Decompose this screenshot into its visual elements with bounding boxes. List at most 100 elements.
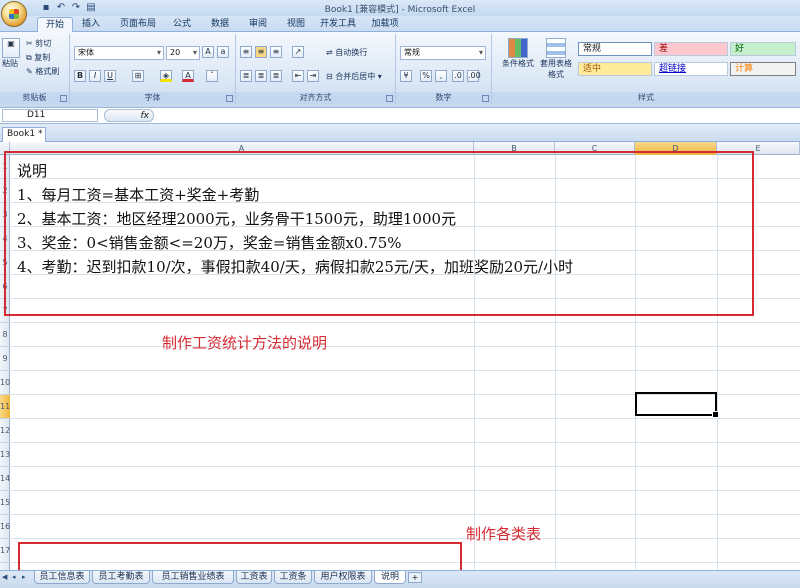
wrap-text-icon: ⇌ <box>326 48 333 57</box>
row-header[interactable]: 16 <box>0 515 10 539</box>
sheet-tab-employee-info[interactable]: 员工信息表 <box>34 571 90 584</box>
tab-home[interactable]: 开始 <box>37 17 73 32</box>
next-sheet-icon[interactable]: ▸ <box>22 573 30 581</box>
row-header[interactable]: 17 <box>0 539 10 563</box>
font-launcher-icon[interactable] <box>226 95 233 102</box>
align-bottom-button[interactable]: ≡ <box>270 46 282 58</box>
row-header[interactable]: 14 <box>0 467 10 491</box>
row-header[interactable]: 9 <box>0 347 10 371</box>
fill-color-button[interactable]: ◈ <box>160 70 172 82</box>
bold-button[interactable]: B <box>74 70 86 82</box>
gridline <box>10 370 800 371</box>
cut-button[interactable]: ✂ 剪切 <box>26 38 51 49</box>
align-top-button[interactable]: ≡ <box>240 46 252 58</box>
worksheet-grid[interactable]: A B C D E 1 2 3 4 5 6 7 8 9 10 11 12 13 … <box>0 142 800 570</box>
paste-icon: ▣ <box>2 38 20 58</box>
format-as-table-button[interactable]: 套用表格格式 <box>538 38 574 80</box>
active-cell-d11[interactable] <box>635 392 719 418</box>
sheet-tab-payslip[interactable]: 工资条 <box>274 571 312 584</box>
align-middle-button[interactable]: ≡ <box>255 46 267 58</box>
number-format-select[interactable]: 常规 <box>400 46 486 60</box>
style-hyperlink[interactable]: 超链接 <box>654 62 728 76</box>
sheet-tab-sales[interactable]: 员工销售业绩表 <box>152 571 234 584</box>
sheet-tab-description[interactable]: 说明 <box>374 571 406 584</box>
tab-addins[interactable]: 加载项 <box>368 17 402 32</box>
tab-view[interactable]: 视图 <box>282 17 310 32</box>
sheet-tab-attendance[interactable]: 员工考勤表 <box>92 571 150 584</box>
tab-review[interactable]: 审阅 <box>244 17 272 32</box>
tab-insert[interactable]: 插入 <box>76 17 106 32</box>
row-header[interactable]: 10 <box>0 371 10 395</box>
alignment-launcher-icon[interactable] <box>386 95 393 102</box>
borders-button[interactable]: ⊞ <box>132 70 144 82</box>
underline-button[interactable]: U <box>104 70 116 82</box>
row-header[interactable]: 8 <box>0 323 10 347</box>
sheet-tab-salary[interactable]: 工资表 <box>236 571 272 584</box>
prev-sheet-icon[interactable]: ◂ <box>12 573 20 581</box>
style-good[interactable]: 好 <box>730 42 796 56</box>
percent-button[interactable]: % <box>420 70 432 82</box>
font-name-select[interactable]: 宋体 <box>74 46 164 60</box>
copy-button[interactable]: ⧉ 复制 <box>26 52 50 63</box>
brush-icon: ✎ <box>26 67 33 76</box>
gridline <box>10 418 800 419</box>
insert-sheet-icon[interactable]: + <box>408 572 422 583</box>
gridline <box>10 346 800 347</box>
annotation-method: 制作工资统计方法的说明 <box>162 334 328 352</box>
increase-indent-button[interactable]: ⇥ <box>307 70 319 82</box>
wrap-text-button[interactable]: ⇌ 自动换行 <box>326 47 367 58</box>
ribbon-tabs: 开始 插入 页面布局 公式 数据 审阅 视图 开发工具 加载项 <box>0 16 800 32</box>
row-header[interactable]: 13 <box>0 443 10 467</box>
paste-button[interactable]: ▣ 粘贴 <box>2 38 22 74</box>
gridline <box>10 514 800 515</box>
align-left-button[interactable]: ≣ <box>240 70 252 82</box>
italic-button[interactable]: I <box>89 70 101 82</box>
borders-icon: ⊞ <box>132 70 144 82</box>
sheet-tab-permissions[interactable]: 用户权限表 <box>314 571 372 584</box>
accounting-format-button[interactable]: ¥ <box>400 70 412 82</box>
shrink-font-icon: a <box>217 46 229 58</box>
row-header[interactable]: 12 <box>0 419 10 443</box>
currency-icon: ¥ <box>400 70 412 82</box>
orientation-button[interactable]: ↗ <box>292 46 304 58</box>
grow-font-button[interactable]: A <box>202 46 214 58</box>
tab-formulas[interactable]: 公式 <box>168 17 196 32</box>
insert-function-button[interactable]: fx <box>104 109 154 122</box>
decrease-indent-button[interactable]: ⇤ <box>292 70 304 82</box>
style-normal[interactable]: 常规 <box>578 42 652 56</box>
conditional-format-button[interactable]: 条件格式 <box>498 38 538 69</box>
office-button[interactable] <box>1 1 27 27</box>
tab-page-layout[interactable]: 页面布局 <box>113 17 163 32</box>
clipboard-launcher-icon[interactable] <box>60 95 67 102</box>
styles-label: 样式 <box>492 92 800 104</box>
grow-font-icon: A <box>202 46 214 58</box>
gridline <box>10 322 800 323</box>
gridline <box>10 442 800 443</box>
font-size-select[interactable]: 20 <box>166 46 200 60</box>
style-bad[interactable]: 差 <box>654 42 728 56</box>
title-bar: ▪ ↶ ↷ ▤ Book1 [兼容模式] - Microsoft Excel <box>0 0 800 16</box>
row-header[interactable]: 15 <box>0 491 10 515</box>
decrease-decimal-button[interactable]: .00 <box>467 70 481 82</box>
workbook-tab[interactable]: Book1 * <box>2 127 46 142</box>
number-launcher-icon[interactable] <box>482 95 489 102</box>
format-painter-button[interactable]: ✎ 格式刷 <box>26 66 59 77</box>
style-neutral[interactable]: 适中 <box>578 62 652 76</box>
copy-icon: ⧉ <box>26 53 32 62</box>
tab-developer[interactable]: 开发工具 <box>318 17 358 32</box>
name-box[interactable]: D11 <box>2 109 98 122</box>
shrink-font-button[interactable]: a <box>217 46 229 58</box>
annotation-box-sheets <box>18 542 462 570</box>
comma-button[interactable]: , <box>435 70 447 82</box>
phonetic-button[interactable]: ˇ <box>206 70 218 82</box>
align-right-button[interactable]: ≣ <box>270 70 282 82</box>
increase-decimal-button[interactable]: .0 <box>452 70 464 82</box>
merge-center-button[interactable]: ⊟ 合并后居中 ▾ <box>326 71 382 82</box>
decrease-indent-icon: ⇤ <box>292 70 304 82</box>
row-header[interactable]: 11 <box>0 395 10 419</box>
align-center-button[interactable]: ≣ <box>255 70 267 82</box>
font-color-button[interactable]: A <box>182 70 194 82</box>
tab-data[interactable]: 数据 <box>206 17 234 32</box>
first-sheet-icon[interactable]: ◀ <box>2 573 10 581</box>
style-calculation[interactable]: 计算 <box>730 62 796 76</box>
